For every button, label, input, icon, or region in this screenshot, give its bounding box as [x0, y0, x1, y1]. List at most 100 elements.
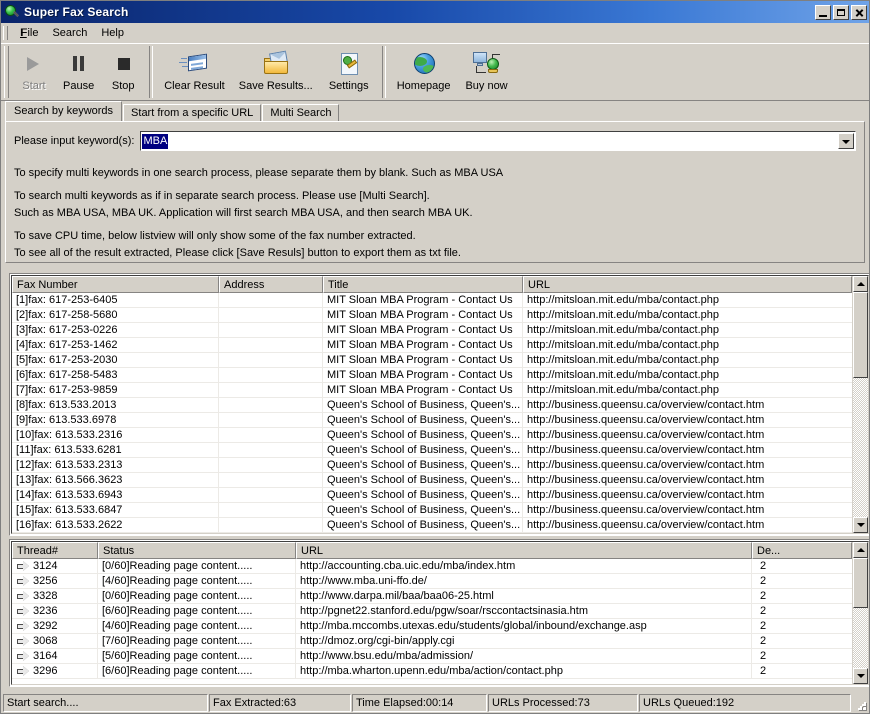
- cell-address: [219, 533, 323, 534]
- table-row[interactable]: [14]fax: 613.533.6943Queen's School of B…: [12, 488, 852, 503]
- stop-button[interactable]: Stop: [101, 44, 145, 100]
- keyword-label: Please input keyword(s):: [14, 135, 134, 147]
- tab-multi-search[interactable]: Multi Search: [262, 104, 339, 122]
- table-row[interactable]: [7]fax: 617-253-9859MIT Sloan MBA Progra…: [12, 383, 852, 398]
- list-item[interactable]: 3068[7/60]Reading page content.....http:…: [12, 634, 852, 649]
- table-row[interactable]: [11]fax: 613.533.6281Queen's School of B…: [12, 443, 852, 458]
- list-item[interactable]: 3236[6/60]Reading page content.....http:…: [12, 604, 852, 619]
- scroll-thumb[interactable]: [853, 292, 868, 378]
- table-row[interactable]: [15]fax: 613.533.6847Queen's School of B…: [12, 503, 852, 518]
- tab-start-from-url[interactable]: Start from a specific URL: [123, 104, 261, 122]
- cell-url: http://business.queensu.ca/overview/cont…: [523, 428, 852, 443]
- results-scrollbar[interactable]: [852, 276, 868, 533]
- cell-thread-url: http://mba.wharton.upenn.edu/mba/action/…: [296, 664, 752, 679]
- resize-grip[interactable]: [852, 694, 868, 712]
- start-button[interactable]: Start: [12, 44, 56, 100]
- table-row[interactable]: [5]fax: 617-253-2030MIT Sloan MBA Progra…: [12, 353, 852, 368]
- list-item[interactable]: 3164[5/60]Reading page content.....http:…: [12, 649, 852, 664]
- table-row[interactable]: [4]fax: 617-253-1462MIT Sloan MBA Progra…: [12, 338, 852, 353]
- cell-thread-url: http://mba.mccombs.utexas.edu/students/g…: [296, 619, 752, 634]
- minimize-button[interactable]: [815, 5, 831, 20]
- thread-number-text: 3256: [33, 574, 57, 588]
- column-header-depth[interactable]: De...: [752, 542, 852, 559]
- cell-status: [4/60]Reading page content.....: [98, 574, 296, 589]
- column-header-url[interactable]: URL: [523, 276, 852, 293]
- help-line-5: To see all of the result extracted, Plea…: [14, 245, 856, 262]
- column-header-address[interactable]: Address: [219, 276, 323, 293]
- column-header-title[interactable]: Title: [323, 276, 523, 293]
- chevron-down-icon[interactable]: [838, 133, 854, 149]
- list-item[interactable]: 3256[4/60]Reading page content.....http:…: [12, 574, 852, 589]
- settings-button[interactable]: Settings: [320, 44, 378, 100]
- homepage-button[interactable]: Homepage: [390, 44, 458, 100]
- status-panel-urls-processed: URLs Processed:73: [488, 694, 638, 712]
- tab-search-by-keywords[interactable]: Search by keywords: [5, 101, 122, 121]
- stop-button-label: Stop: [112, 80, 135, 92]
- cell-address: [219, 413, 323, 428]
- thread-scroll-track[interactable]: [853, 558, 868, 668]
- cell-address: [219, 503, 323, 518]
- cell-url: http://business.queensu.ca/overview/cont…: [523, 503, 852, 518]
- cell-fax-number: [14]fax: 613.533.6943: [12, 488, 219, 503]
- close-button[interactable]: [851, 5, 867, 20]
- keyword-combobox[interactable]: MBA: [140, 131, 856, 151]
- thread-scroll-thumb[interactable]: [853, 558, 868, 608]
- column-header-status[interactable]: Status: [98, 542, 296, 559]
- column-header-thread-number[interactable]: Thread#: [12, 542, 98, 559]
- menu-item-file[interactable]: FFile: [13, 25, 45, 41]
- table-row[interactable]: [1]fax: 617-253-6405MIT Sloan MBA Progra…: [12, 293, 852, 308]
- table-row[interactable]: [12]fax: 613.533.2313Queen's School of B…: [12, 458, 852, 473]
- cell-address: [219, 383, 323, 398]
- list-item[interactable]: 3292[4/60]Reading page content.....http:…: [12, 619, 852, 634]
- thread-scroll-down-button[interactable]: [853, 668, 868, 684]
- maximize-button[interactable]: [833, 5, 849, 20]
- thread-scroll-up-button[interactable]: [853, 542, 868, 558]
- cell-title: Queen's School of Business, Queen's...: [323, 428, 523, 443]
- cell-url: http://business.queensu.ca/overview/cont…: [523, 488, 852, 503]
- scroll-track[interactable]: [853, 292, 868, 517]
- buy-now-button[interactable]: Buy now: [458, 44, 516, 100]
- table-row[interactable]: [13]fax: 613.566.3623Queen's School of B…: [12, 473, 852, 488]
- tab-start-from-url-label: Start from a specific URL: [131, 107, 253, 119]
- table-row[interactable]: [9]fax: 613.533.6978Queen's School of Bu…: [12, 413, 852, 428]
- column-header-fax-number[interactable]: Fax Number: [12, 276, 219, 293]
- cell-depth: 2: [752, 589, 852, 604]
- table-row[interactable]: [3]fax: 617-253-0226MIT Sloan MBA Progra…: [12, 323, 852, 338]
- scroll-down-button[interactable]: [853, 517, 868, 533]
- table-row[interactable]: [10]fax: 613.533.2316Queen's School of B…: [12, 428, 852, 443]
- table-row[interactable]: [6]fax: 617-258-5483MIT Sloan MBA Progra…: [12, 368, 852, 383]
- play-icon: [19, 50, 49, 78]
- thread-list-header: Thread# Status URL De...: [12, 542, 852, 559]
- cell-depth: 2: [752, 649, 852, 664]
- clear-result-button[interactable]: Clear Result: [157, 44, 232, 100]
- list-item[interactable]: 3296[6/60]Reading page content.....http:…: [12, 664, 852, 679]
- column-header-thread-url[interactable]: URL: [296, 542, 752, 559]
- buy-now-button-label: Buy now: [465, 80, 507, 92]
- toolbar-grip[interactable]: [4, 46, 9, 98]
- thread-number-text: 3236: [33, 604, 57, 618]
- menu-item-search[interactable]: Search: [45, 25, 94, 41]
- keyword-input-area[interactable]: MBA: [142, 133, 837, 149]
- table-row[interactable]: [16]fax: 613.533.2622Queen's School of B…: [12, 518, 852, 533]
- scroll-up-button[interactable]: [853, 276, 868, 292]
- cell-address: [219, 518, 323, 533]
- cell-address: [219, 398, 323, 413]
- right-arrow-icon: [17, 666, 30, 677]
- keyword-input[interactable]: MBA: [142, 134, 168, 149]
- results-list-body[interactable]: [1]fax: 617-253-6405MIT Sloan MBA Progra…: [12, 293, 852, 533]
- menu-item-help[interactable]: Help: [94, 25, 131, 41]
- table-row[interactable]: [8]fax: 613.533.2013Queen's School of Bu…: [12, 398, 852, 413]
- status-panel-urls-queued: URLs Queued:192: [639, 694, 851, 712]
- thread-list-body[interactable]: 3124[0/60]Reading page content.....http:…: [12, 559, 852, 684]
- save-results-button[interactable]: Save Results...: [232, 44, 320, 100]
- cell-address: [219, 428, 323, 443]
- list-item[interactable]: 3328[0/60]Reading page content.....http:…: [12, 589, 852, 604]
- thread-scrollbar[interactable]: [852, 542, 868, 684]
- cell-address: [219, 323, 323, 338]
- menu-grip[interactable]: [3, 26, 8, 40]
- status-bar: Start search.... Fax Extracted:63 Time E…: [2, 692, 868, 712]
- pause-button[interactable]: Pause: [56, 44, 101, 100]
- list-item[interactable]: 3124[0/60]Reading page content.....http:…: [12, 559, 852, 574]
- cell-address: [219, 473, 323, 488]
- table-row[interactable]: [2]fax: 617-258-5680MIT Sloan MBA Progra…: [12, 308, 852, 323]
